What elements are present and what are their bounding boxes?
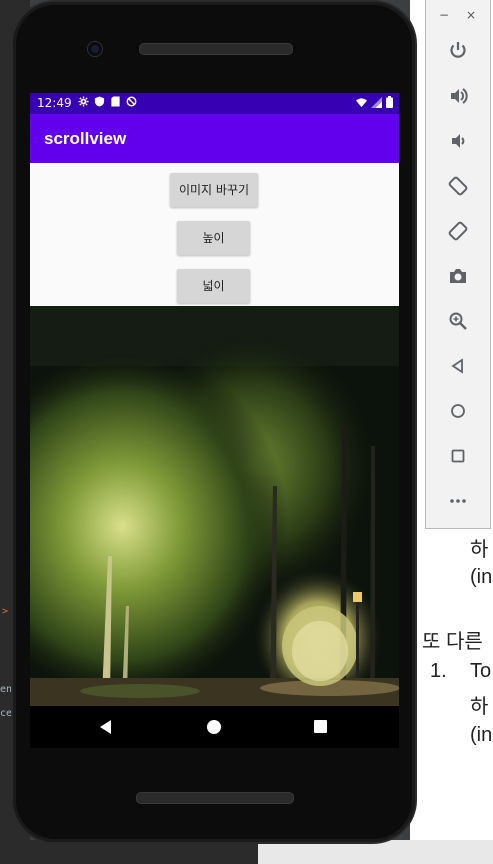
front-camera <box>88 42 102 56</box>
app-title: scrollview <box>44 129 127 148</box>
width-button[interactable]: 넓이 <box>177 269 250 303</box>
doc-text: (in <box>470 566 493 588</box>
zoom-icon[interactable] <box>446 309 470 333</box>
data-saver-icon <box>126 96 137 107</box>
back-icon[interactable] <box>446 354 470 378</box>
app-bar: scrollview <box>30 114 399 163</box>
ide-gutter-text: > <box>2 606 9 617</box>
close-button[interactable]: × <box>466 8 476 22</box>
height-button[interactable]: 높이 <box>177 221 250 255</box>
cell-signal-icon <box>371 96 382 108</box>
more-icon[interactable] <box>446 489 470 513</box>
home-icon[interactable] <box>446 399 470 423</box>
camera-icon[interactable] <box>446 264 470 288</box>
power-icon[interactable] <box>446 38 470 62</box>
overview-icon[interactable] <box>446 444 470 468</box>
change-image-button[interactable]: 이미지 바꾸기 <box>170 173 258 207</box>
device-screen: 12:49 scrollview 이미지 바꾸기 높이 넓이 <box>30 93 399 706</box>
doc-bottom-bar <box>258 840 493 864</box>
battery-icon <box>386 96 393 108</box>
ide-gutter-text: en <box>0 684 13 695</box>
emulator-control-panel: − × <box>425 0 491 529</box>
minimize-button[interactable]: − <box>439 8 449 22</box>
volume-down-icon[interactable] <box>446 129 470 153</box>
sd-card-icon <box>111 96 120 107</box>
bottom-speaker <box>136 792 294 804</box>
doc-text: To <box>470 660 492 682</box>
nav-home-icon[interactable] <box>207 720 221 734</box>
navigation-bar <box>30 706 399 748</box>
earpiece-speaker <box>139 43 293 55</box>
volume-up-icon[interactable] <box>446 84 470 108</box>
doc-text: 하 <box>470 696 489 718</box>
status-bar: 12:49 <box>30 93 399 114</box>
doc-list-number: 1. <box>430 660 447 682</box>
wifi-icon <box>356 97 367 107</box>
status-time: 12:49 <box>37 96 72 110</box>
doc-text: 또 다른 <box>422 631 483 653</box>
scroll-image[interactable]: 2016 <box>30 306 399 706</box>
doc-text: (in <box>470 724 493 746</box>
rotate-left-icon[interactable] <box>446 174 470 198</box>
ide-gutter-text: ce <box>0 708 13 719</box>
doc-text: 하 <box>470 539 489 561</box>
shield-icon <box>94 96 105 107</box>
nav-recents-icon[interactable] <box>314 720 327 733</box>
rotate-right-icon[interactable] <box>446 219 470 243</box>
nav-back-icon[interactable] <box>100 720 111 734</box>
settings-icon <box>78 96 89 107</box>
